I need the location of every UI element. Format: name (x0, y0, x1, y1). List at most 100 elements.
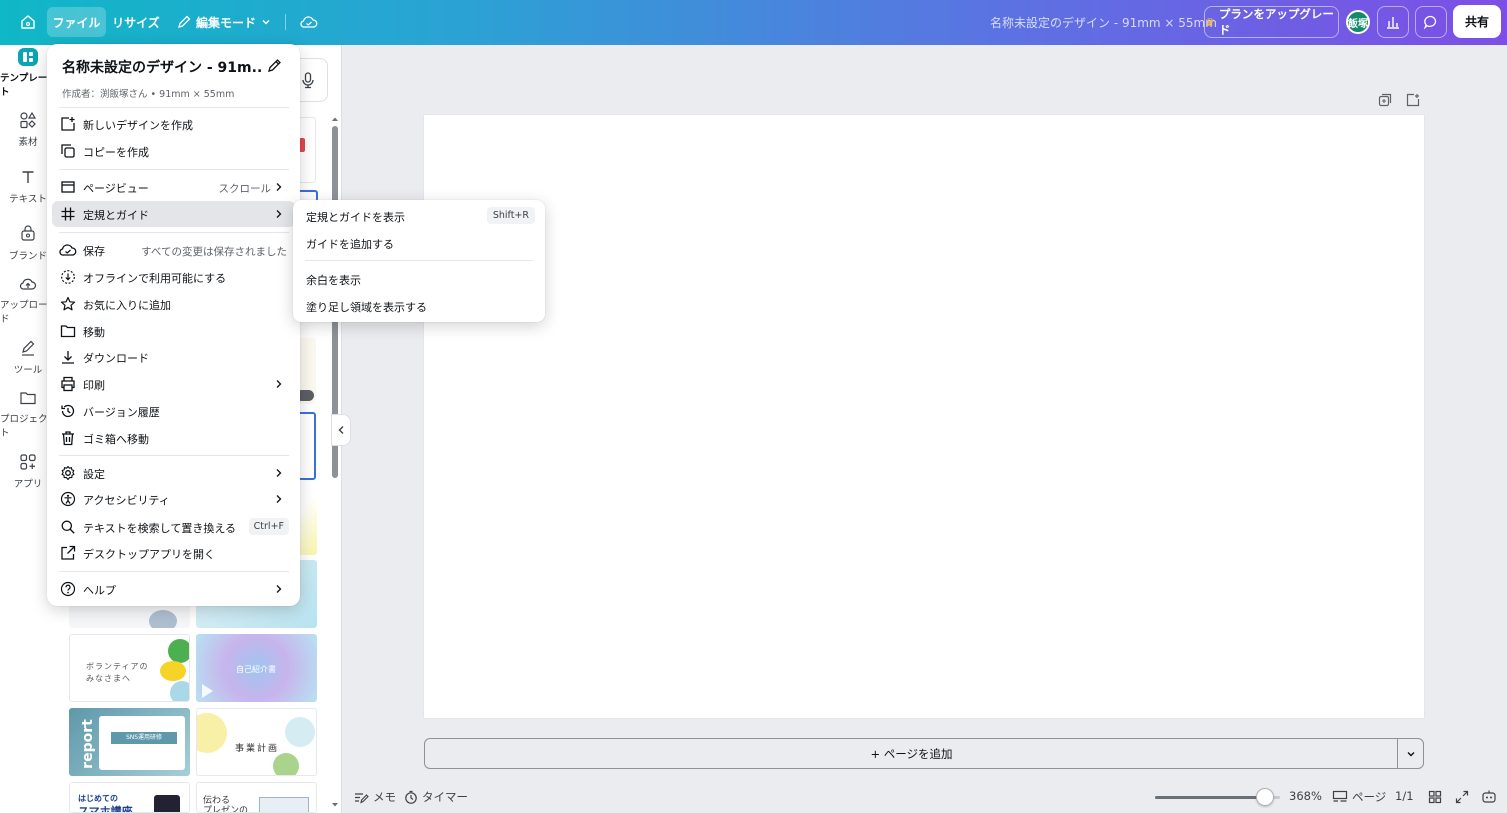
zoom-slider-handle[interactable] (1256, 788, 1274, 806)
menu-divider (59, 232, 289, 233)
notes-label: メモ (373, 790, 396, 804)
menu-divider (59, 107, 289, 108)
menu-item-print[interactable]: 印刷 (52, 371, 295, 397)
offline-icon (59, 268, 77, 286)
rail-label: ツール (13, 365, 43, 376)
timer-button[interactable]: タイマー (404, 789, 468, 805)
upgrade-label: プランをアップグレード (1218, 7, 1334, 37)
add-page-top-button[interactable] (1405, 92, 1421, 108)
cloud-sync-button[interactable] (294, 7, 324, 37)
menu-item-find-replace[interactable]: テキストを検索して置き換える Ctrl+F (52, 514, 295, 540)
menu-item-settings[interactable]: 設定 (52, 460, 295, 486)
design-canvas[interactable] (424, 115, 1424, 718)
template-thumbnail-smartphone[interactable]: はじめての スマホ講座 (69, 782, 190, 813)
notes-icon (355, 792, 369, 804)
menu-item-label: テキストを検索して置き換える (83, 522, 237, 535)
menu-item-rulers-guides[interactable]: 定規とガイド (52, 201, 295, 227)
timer-label: タイマー (422, 790, 468, 804)
scroll-down-icon (332, 803, 338, 807)
add-page-options-button[interactable] (1397, 738, 1424, 769)
page-counter-value: 1/1 (1395, 789, 1414, 803)
comments-button[interactable] (1415, 6, 1447, 38)
grid-icon (59, 205, 77, 223)
chevron-right-icon (273, 377, 285, 391)
page-counter[interactable]: 1/1 (1395, 789, 1414, 803)
text-icon (18, 167, 38, 187)
menu-item-version-history[interactable]: バージョン履歴 (52, 398, 295, 424)
submenu-item-show-margins[interactable]: 余白を表示 (299, 265, 539, 291)
menu-item-label: アクセシビリティ (83, 494, 170, 507)
chevron-left-icon (338, 426, 344, 434)
menu-item-desktop-app[interactable]: デスクトップアプリを開く (52, 540, 295, 566)
add-page-button[interactable]: + ページを追加 (424, 738, 1398, 769)
design-name[interactable]: 名称未設定のデザイン - 91m... (62, 57, 262, 77)
rail-label: 素材 (18, 137, 38, 148)
pages-button[interactable]: ページ (1332, 789, 1386, 805)
template-thumbnail-business-plan[interactable]: 事業計画 (196, 708, 317, 776)
star-icon (59, 295, 77, 313)
menu-item-help[interactable]: ヘルプ (52, 576, 295, 602)
edit-mode-button[interactable]: 編集モード (172, 7, 276, 37)
menu-item-new-design[interactable]: 新しいデザインを作成 (52, 111, 295, 137)
menu-item-offline[interactable]: オフラインで利用可能にする (52, 264, 295, 290)
template-thumbnail-intro[interactable]: 自己紹介書 (196, 634, 317, 702)
template-thumbnail-presentation[interactable]: 伝わる プレゼンの (196, 782, 317, 813)
upgrade-button[interactable]: ♛ プランをアップグレード (1204, 6, 1339, 38)
chevron-right-icon (273, 582, 285, 596)
menu-item-accessibility[interactable]: アクセシビリティ (52, 486, 295, 512)
duplicate-page-button[interactable] (1377, 92, 1393, 108)
menu-item-label: オフラインで利用可能にする (83, 272, 227, 285)
menu-item-make-copy[interactable]: コピーを作成 (52, 138, 295, 164)
page-view-value: スクロール (218, 183, 272, 195)
share-button[interactable]: 共有 (1453, 5, 1501, 38)
pages-label: ページ (1352, 790, 1387, 804)
notes-button[interactable]: メモ (354, 789, 396, 805)
thumb-text: ボランティアの (86, 662, 149, 671)
comment-icon (1423, 15, 1437, 30)
zoom-value: 368% (1289, 789, 1322, 803)
folder-icon (18, 389, 38, 407)
page-view-icon (59, 178, 77, 196)
tools-icon (18, 338, 38, 358)
insights-button[interactable] (1377, 6, 1409, 38)
rename-design-button[interactable] (265, 56, 283, 74)
template-thumbnail-volunteer[interactable]: ボランティアの みなさまへ (69, 634, 190, 702)
menu-item-trash[interactable]: ゴミ箱へ移動 (52, 425, 295, 451)
menu-item-page-view[interactable]: ページビュー スクロール (52, 174, 295, 200)
collapse-panel-button[interactable] (331, 414, 351, 446)
resize-button[interactable]: リサイズ (110, 7, 162, 37)
template-thumbnail-report[interactable]: report SNS運用研修 (69, 708, 190, 776)
menu-item-label: ダウンロード (83, 352, 149, 365)
shortcut-badge: Ctrl+F (248, 518, 289, 535)
upload-icon (18, 275, 38, 293)
submenu-item-label: ガイドを追加する (306, 238, 394, 251)
zoom-slider-fill (1155, 796, 1265, 799)
assistant-button[interactable] (1481, 789, 1497, 804)
menu-item-label: 定規とガイド (83, 209, 149, 222)
avatar[interactable]: 飯塚 (1346, 10, 1370, 34)
menu-item-label: お気に入りに追加 (83, 299, 171, 312)
submenu-item-show-bleed[interactable]: 塗り足し領域を表示する (299, 292, 539, 318)
thumb-text: スマホ講座 (78, 805, 133, 813)
submenu-item-add-guide[interactable]: ガイドを追加する (299, 229, 539, 255)
thumb-text: 自己紹介書 (236, 665, 276, 674)
brand-icon (18, 224, 38, 244)
menu-divider (59, 169, 289, 170)
menu-item-download[interactable]: ダウンロード (52, 344, 295, 370)
help-icon (59, 580, 77, 598)
file-menu-button[interactable]: ファイル (47, 7, 106, 37)
menu-item-label: 保存 (83, 245, 105, 258)
zoom-level[interactable]: 368% (1289, 789, 1322, 803)
fullscreen-button[interactable] (1455, 790, 1469, 804)
menu-item-save[interactable]: 保存 すべての変更は保存されました (52, 237, 295, 263)
menu-item-label: コピーを作成 (83, 146, 149, 159)
home-button[interactable] (12, 7, 44, 37)
menu-item-label: 設定 (83, 468, 105, 481)
menu-item-label: 移動 (83, 326, 105, 339)
menu-item-move[interactable]: 移動 (52, 318, 295, 344)
grid-view-button[interactable] (1428, 790, 1442, 804)
menu-item-favorite[interactable]: お気に入りに追加 (52, 291, 295, 317)
design-title[interactable]: 名称未設定のデザイン - 91mm × 55mm (990, 14, 1217, 31)
submenu-item-show-rulers[interactable]: 定規とガイドを表示 Shift+R (299, 202, 539, 228)
chevron-right-icon (273, 466, 285, 480)
